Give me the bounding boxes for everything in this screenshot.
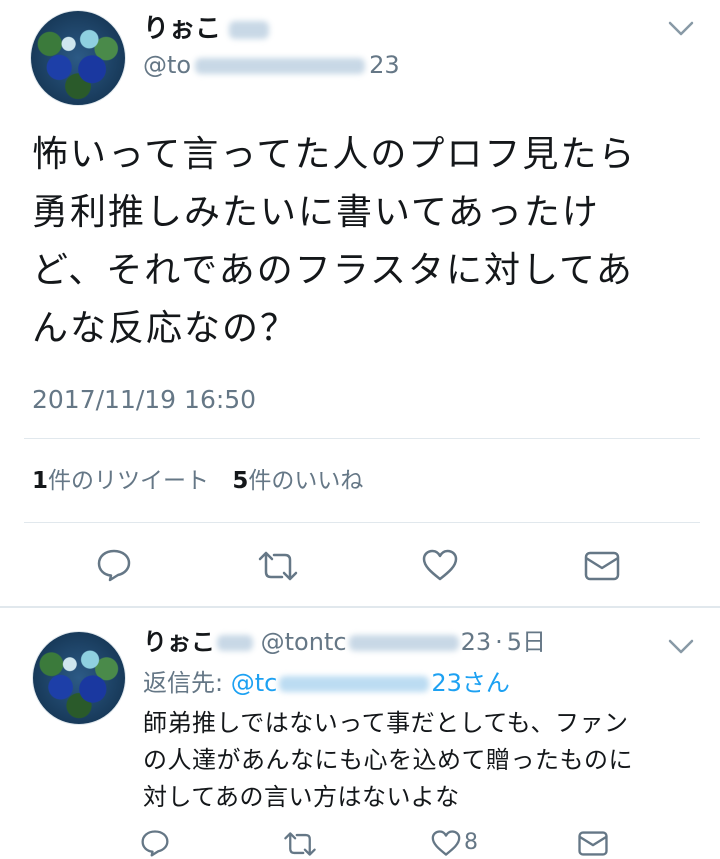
retweet-icon[interactable] bbox=[282, 831, 318, 857]
tweet-text: 怖いって言ってた人のプロフ見たら 勇利推しみたいに書いてあったけ ど、それであの… bbox=[32, 126, 712, 358]
reply-to-label: 返信先: bbox=[143, 669, 224, 697]
like-label: 件のいいね bbox=[248, 468, 364, 494]
tweet-separator bbox=[0, 606, 720, 608]
chevron-down-icon[interactable] bbox=[668, 20, 694, 38]
author-display-name[interactable]: りぉこ bbox=[143, 14, 270, 44]
reply-text-line: 師弟推しではないって事だとしても、ファン bbox=[143, 709, 629, 737]
retweet-icon[interactable] bbox=[256, 550, 300, 582]
heart-icon bbox=[430, 829, 462, 857]
like-stat[interactable]: 5件のいいね bbox=[232, 468, 363, 494]
handle-end-text: 23 bbox=[460, 628, 492, 656]
envelope-icon[interactable] bbox=[583, 550, 621, 582]
handle-start-text: @tontc bbox=[260, 628, 347, 656]
tweet-timestamp[interactable]: 2017/11/19 16:50 bbox=[32, 384, 256, 416]
chevron-down-icon[interactable] bbox=[668, 638, 694, 656]
avatar[interactable] bbox=[30, 10, 126, 106]
tweet-text-line: ど、それであのフラスタに対してあ bbox=[32, 250, 634, 291]
redacted-name bbox=[229, 20, 270, 39]
reply-bubble-icon[interactable] bbox=[96, 548, 132, 582]
author-handle[interactable]: @to 23 bbox=[143, 50, 400, 80]
reply-time[interactable]: 5日 bbox=[507, 628, 546, 656]
divider bbox=[24, 438, 700, 439]
tweet-text-line: んな反応なの？ bbox=[32, 308, 299, 349]
heart-icon[interactable] bbox=[421, 548, 459, 582]
reply-text-line: 対してあの言い方はないよな bbox=[143, 783, 460, 811]
retweet-stat[interactable]: 1件のリツイート bbox=[32, 468, 209, 494]
tweet-text-line: 怖いって言ってた人のプロフ見たら bbox=[32, 134, 637, 175]
display-name-text: りぉこ bbox=[143, 14, 222, 44]
reply-text: 師弟推しではないって事だとしても、ファン の人達があんなにも心を込めて贈ったもの… bbox=[143, 705, 713, 816]
retweet-count: 1 bbox=[32, 468, 49, 494]
like-count: 8 bbox=[464, 830, 478, 855]
display-name-text[interactable]: りぉこ bbox=[143, 628, 215, 656]
handle-start-text: @to bbox=[143, 51, 192, 79]
avatar[interactable] bbox=[32, 631, 126, 725]
mention-end-text: 23さん bbox=[431, 669, 510, 697]
reply-text-line: の人達があんなにも心を込めて贈ったものに bbox=[143, 746, 633, 774]
tweet-text-line: 勇利推しみたいに書いてあったけ bbox=[32, 192, 600, 233]
retweet-label: 件のリツイート bbox=[48, 468, 210, 494]
reply-bubble-icon[interactable] bbox=[140, 829, 170, 857]
envelope-icon[interactable] bbox=[577, 830, 609, 857]
redacted-handle bbox=[348, 635, 459, 651]
reply-header: りぉこ @tontc 23 · 5日 bbox=[143, 627, 546, 657]
redacted-name bbox=[217, 635, 253, 651]
tweet-stats: 1件のリツイート 5件のいいね bbox=[32, 466, 363, 496]
like-button[interactable]: 8 bbox=[430, 829, 478, 857]
reply-to-mention[interactable]: @tc 23さん bbox=[231, 669, 510, 697]
reply-to-line: 返信先: @tc 23さん bbox=[143, 667, 510, 699]
divider bbox=[24, 522, 700, 523]
redacted-mention bbox=[279, 676, 430, 692]
mention-start-text: @tc bbox=[230, 669, 278, 697]
author-handle[interactable]: @tontc 23 bbox=[261, 628, 491, 656]
separator-dot: · bbox=[495, 628, 503, 656]
handle-end-text: 23 bbox=[369, 51, 400, 79]
redacted-handle bbox=[195, 58, 366, 74]
like-count: 5 bbox=[232, 468, 249, 494]
